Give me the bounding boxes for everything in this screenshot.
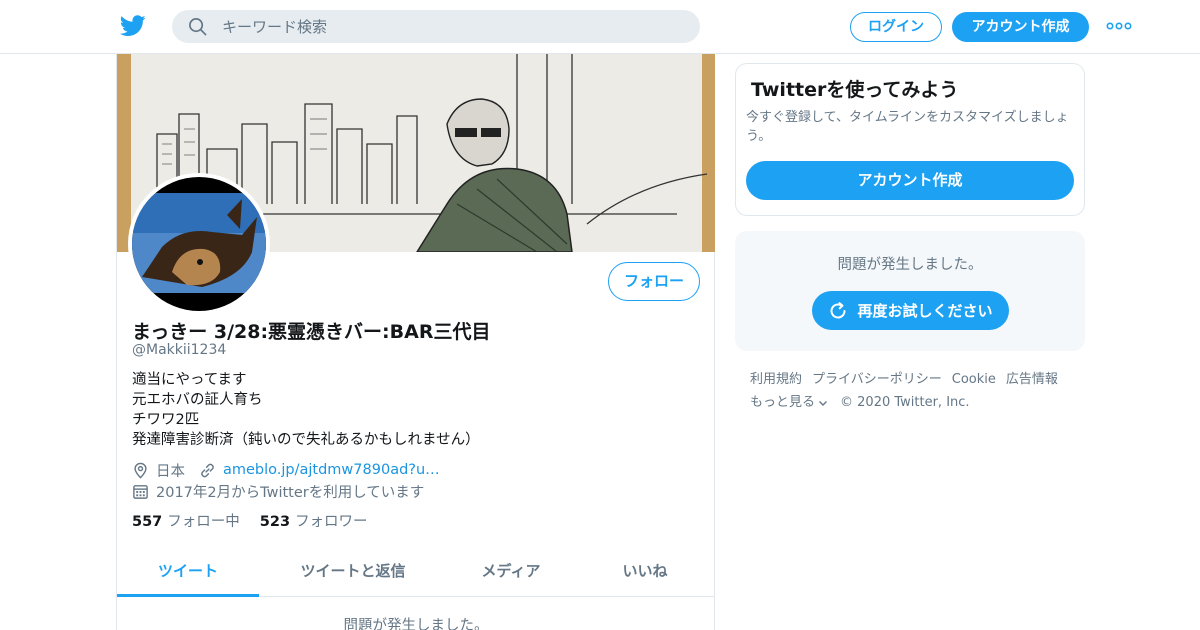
search-input[interactable]: [222, 10, 682, 43]
sidebar-error-card: 問題が発生しました。 再度お試しください: [735, 231, 1085, 351]
following-stat[interactable]: 557 フォロー中: [132, 510, 240, 531]
footer-link-cookie[interactable]: Cookie: [952, 368, 996, 391]
profile-tabs: ツイート ツイートと返信 メディア いいね: [117, 548, 715, 597]
location-pin-icon: [134, 462, 147, 479]
signup-card-title: Twitterを使ってみよう: [751, 79, 959, 101]
profile-joined-date: 2017年2月からTwitterを利用しています: [156, 484, 425, 501]
tab-tweets[interactable]: ツイート: [117, 548, 259, 597]
login-button[interactable]: ログイン: [850, 12, 942, 42]
tab-tweets-and-replies[interactable]: ツイートと返信: [259, 548, 447, 597]
footer-link-terms[interactable]: 利用規約: [750, 368, 802, 391]
avatar[interactable]: [128, 173, 270, 315]
followers-stat[interactable]: 523 フォロワー: [260, 510, 368, 531]
more-options-icon[interactable]: [1106, 16, 1132, 36]
followers-label: フォロワー: [295, 514, 368, 530]
profile-website-link[interactable]: ameblo.jp/ajtdmw7890ad?u…: [223, 462, 440, 478]
following-count: 557: [132, 514, 163, 530]
signup-prompt-card: Twitterを使ってみよう 今すぐ登録して、タイムラインをカスタマイズしましょ…: [735, 63, 1085, 216]
retry-button[interactable]: 再度お試しください: [812, 291, 1009, 330]
profile-meta-location-url: 日本 ameblo.jp/ajtdmw7890ad?u…: [132, 460, 440, 480]
profile-bio: 適当にやってます 元エホバの証人育ち チワワ2匹 発達障害診断済（鈍いので失礼あ…: [132, 370, 480, 450]
sidebar-error-message: 問題が発生しました。: [837, 257, 983, 273]
avatar-image: [132, 177, 266, 311]
retry-button-label: 再度お試しください: [857, 302, 993, 320]
bio-line: 適当にやってます: [132, 372, 247, 388]
footer-link-ads-info[interactable]: 広告情報: [1006, 368, 1058, 391]
signup-card-button[interactable]: アカウント作成: [746, 161, 1074, 200]
profile-meta-joined: 2017年2月からTwitterを利用しています: [132, 481, 424, 501]
bio-line: チワワ2匹: [132, 412, 200, 428]
timeline-error-message: 問題が発生しました。: [343, 618, 489, 630]
sidebar-footer: 利用規約 プライバシーポリシー Cookie 広告情報 もっと見る © 2020…: [750, 368, 1080, 414]
twitter-bird-logo-icon[interactable]: [120, 14, 146, 38]
signup-card-description: 今すぐ登録して、タイムラインをカスタマイズしましょう。: [746, 110, 1069, 144]
tab-likes[interactable]: いいね: [575, 548, 715, 597]
calendar-icon: [133, 484, 148, 499]
footer-link-privacy[interactable]: プライバシーポリシー: [812, 368, 942, 391]
signup-button[interactable]: アカウント作成: [952, 12, 1089, 42]
tab-media[interactable]: メディア: [447, 548, 575, 597]
profile-column: フォロー まっきー 3/28:悪霊憑きバー:BAR三代目 @Makkii1234…: [116, 54, 715, 630]
link-icon: [201, 463, 214, 477]
footer-copyright: © 2020 Twitter, Inc.: [840, 395, 970, 410]
followers-count: 523: [259, 514, 291, 530]
footer-more-link[interactable]: もっと見る: [750, 391, 815, 414]
profile-location: 日本: [156, 463, 185, 480]
chevron-down-icon: [819, 400, 828, 406]
profile-handle[interactable]: @Makkii1234: [132, 342, 226, 358]
profile-stats: 557 フォロー中 523 フォロワー: [132, 510, 388, 531]
profile-name: まっきー 3/28:悪霊憑きバー:BAR三代目: [132, 321, 491, 343]
bio-line: 元エホバの証人育ち: [132, 392, 263, 408]
top-nav-bar: ログイン アカウント作成: [0, 0, 1200, 54]
follow-button[interactable]: フォロー: [608, 262, 700, 301]
bio-line: 発達障害診断済（鈍いので失礼あるかもしれません）: [132, 432, 480, 448]
search-icon: [189, 18, 207, 36]
following-label: フォロー中: [167, 514, 240, 530]
refresh-icon: [830, 301, 846, 318]
search-box[interactable]: [172, 10, 700, 43]
